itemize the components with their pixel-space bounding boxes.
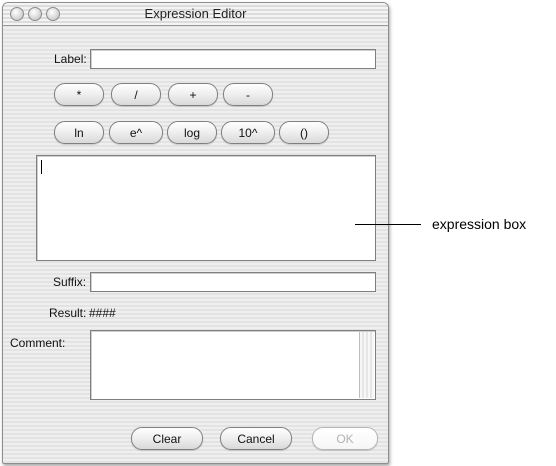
ok-button[interactable]: OK (312, 427, 378, 450)
pow10-button[interactable]: 10^ (221, 121, 275, 144)
clear-button[interactable]: Clear (131, 427, 203, 450)
cancel-button[interactable]: Cancel (220, 427, 292, 450)
multiply-button[interactable]: * (54, 83, 104, 106)
text-caret (41, 160, 42, 174)
comment-textarea[interactable] (90, 330, 376, 400)
label-field-label: Label: (54, 52, 87, 66)
result-value: #### (89, 306, 116, 320)
exp-button[interactable]: e^ (109, 121, 163, 144)
expression-editor-window: Expression Editor Label: * / + - ln e^ l… (2, 2, 389, 464)
comment-scrollbar[interactable] (359, 332, 374, 398)
title-bar[interactable]: Expression Editor (3, 3, 388, 26)
suffix-field-label: Suffix: (53, 275, 87, 289)
result-label: Result: (49, 306, 87, 320)
label-input[interactable] (90, 49, 376, 69)
suffix-input[interactable] (90, 272, 376, 292)
expression-box[interactable] (36, 155, 376, 261)
expression-box-callout: expression box (432, 216, 527, 232)
comment-field-label: Comment: (10, 336, 66, 350)
window-title: Expression Editor (144, 6, 247, 21)
add-button[interactable]: + (168, 83, 218, 106)
divide-button[interactable]: / (111, 83, 161, 106)
ln-button[interactable]: ln (54, 121, 104, 144)
subtract-button[interactable]: - (223, 83, 273, 106)
parentheses-button[interactable]: () (279, 121, 329, 144)
callout-line (355, 224, 421, 225)
log-button[interactable]: log (167, 121, 217, 144)
